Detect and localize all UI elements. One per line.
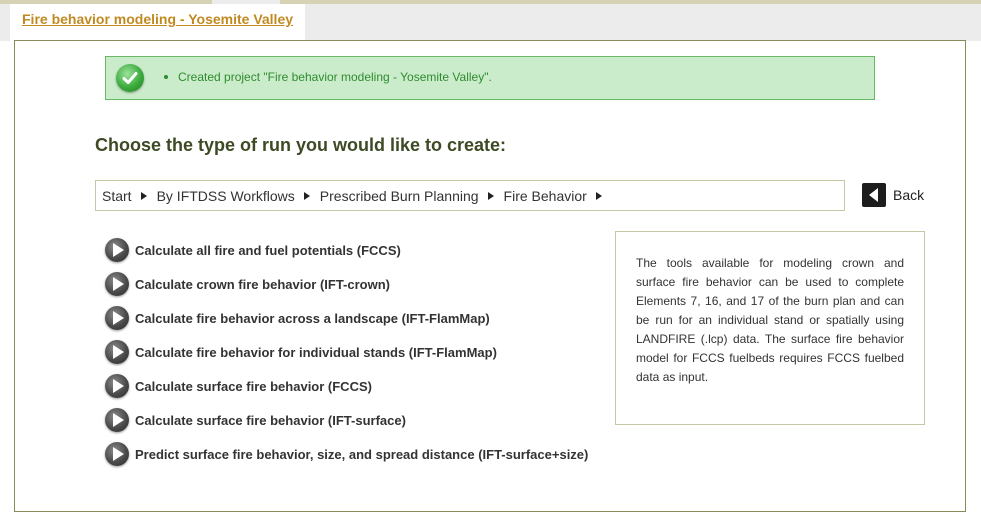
play-icon	[105, 340, 129, 364]
success-message: Created project "Fire behavior modeling …	[178, 70, 492, 84]
success-notification: Created project "Fire behavior modeling …	[105, 56, 875, 100]
tab-bar-accent-right	[280, 0, 981, 4]
back-label: Back	[893, 187, 925, 203]
run-option-label: Calculate surface fire behavior (IFT-sur…	[135, 412, 406, 428]
play-icon	[105, 306, 129, 330]
breadcrumb: Start By IFTDSS Workflows Prescribed Bur…	[95, 180, 845, 211]
check-icon	[116, 64, 144, 92]
breadcrumb-start[interactable]: Start	[102, 188, 132, 204]
run-option-label: Calculate crown fire behavior (IFT-crown…	[135, 276, 390, 292]
page-heading: Choose the type of run you would like to…	[95, 135, 507, 155]
run-option-ift-surface[interactable]: Calculate surface fire behavior (IFT-sur…	[105, 407, 406, 433]
play-icon	[105, 442, 129, 466]
project-tab[interactable]: Fire behavior modeling - Yosemite Valley	[10, 4, 306, 41]
run-option-label: Calculate all fire and fuel potentials (…	[135, 242, 401, 258]
play-icon	[105, 272, 129, 296]
info-description: The tools available for modeling crown a…	[615, 231, 925, 425]
breadcrumb-iftdss-workflows[interactable]: By IFTDSS Workflows	[157, 188, 295, 204]
run-option-label: Predict surface fire behavior, size, and…	[135, 446, 589, 462]
main-panel: Created project "Fire behavior modeling …	[14, 40, 966, 512]
breadcrumb-arrow-icon	[303, 191, 310, 200]
breadcrumb-arrow-icon	[595, 191, 602, 200]
breadcrumb-fire-behavior[interactable]: Fire Behavior	[504, 188, 587, 204]
run-option-fccs-potentials[interactable]: Calculate all fire and fuel potentials (…	[105, 237, 401, 263]
run-option-ift-crown[interactable]: Calculate crown fire behavior (IFT-crown…	[105, 271, 390, 297]
run-option-flammap-landscape[interactable]: Calculate fire behavior across a landsca…	[105, 305, 490, 331]
breadcrumb-arrow-icon	[487, 191, 494, 200]
run-option-surface-fccs[interactable]: Calculate surface fire behavior (FCCS)	[105, 373, 372, 399]
run-option-label: Calculate fire behavior for individual s…	[135, 344, 497, 360]
play-icon	[105, 408, 129, 432]
breadcrumb-arrow-icon	[140, 191, 147, 200]
back-arrow-icon	[862, 183, 886, 207]
run-option-label: Calculate surface fire behavior (FCCS)	[135, 378, 372, 394]
play-icon	[105, 238, 129, 262]
play-icon	[105, 374, 129, 398]
bullet-icon	[164, 75, 168, 79]
run-option-flammap-stands[interactable]: Calculate fire behavior for individual s…	[105, 339, 497, 365]
breadcrumb-prescribed-burn-planning[interactable]: Prescribed Burn Planning	[320, 188, 479, 204]
run-option-ift-surface-size[interactable]: Predict surface fire behavior, size, and…	[105, 441, 588, 467]
back-button[interactable]: Back	[862, 181, 924, 209]
run-option-label: Calculate fire behavior across a landsca…	[135, 310, 490, 326]
top-tab-bar: Fire behavior modeling - Yosemite Valley	[0, 0, 981, 41]
